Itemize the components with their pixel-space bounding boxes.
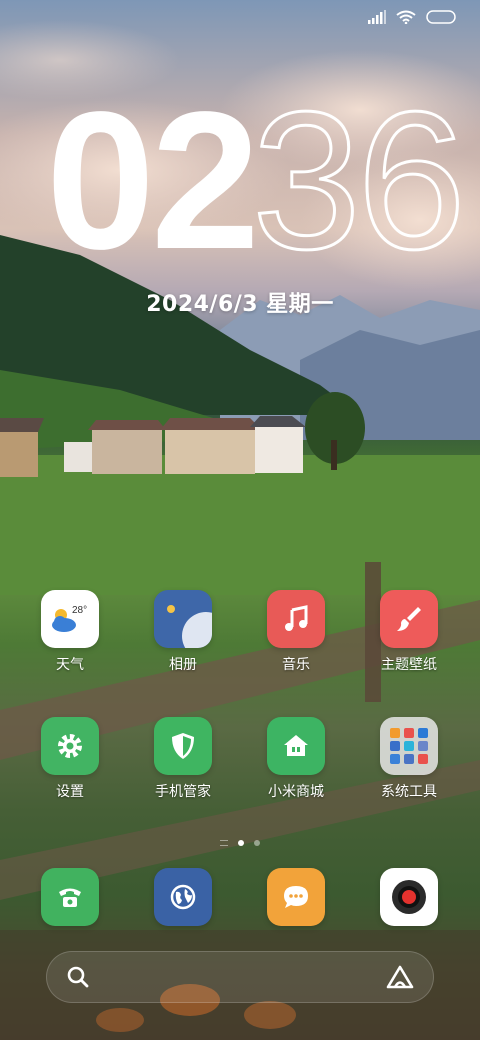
page-dot[interactable]: [254, 840, 260, 846]
camera-icon: [380, 868, 438, 926]
assistant-icon[interactable]: [385, 964, 415, 990]
app-label: 小米商城: [268, 784, 324, 800]
home-screen: 02 36 2024/6/3 星期一 28° 天气 相册 音乐 主题壁纸 设置 …: [0, 0, 480, 1040]
app-label: 主题壁纸: [381, 657, 437, 673]
page-indicator[interactable]: [0, 840, 480, 846]
wifi-icon: [396, 10, 416, 24]
lock-clock: 02 36: [46, 70, 468, 292]
app-label: 音乐: [282, 657, 310, 673]
dock-messages[interactable]: [246, 868, 346, 926]
page-dot-active[interactable]: [238, 840, 244, 846]
phone-icon: [41, 868, 99, 926]
app-label: 相册: [169, 657, 197, 673]
app-label: 天气: [56, 657, 84, 673]
folder-system-tools[interactable]: 系统工具: [359, 717, 459, 801]
themes-icon: [380, 590, 438, 648]
settings-gear-icon: [41, 717, 99, 775]
music-icon: [267, 590, 325, 648]
security-shield-icon: [154, 717, 212, 775]
app-gallery[interactable]: 相册: [133, 590, 233, 674]
app-weather[interactable]: 28° 天气: [20, 590, 120, 674]
app-music[interactable]: 音乐: [246, 590, 346, 674]
dock-phone[interactable]: [20, 868, 120, 926]
app-security[interactable]: 手机管家: [133, 717, 233, 801]
app-label: 设置: [56, 784, 84, 800]
mi-store-house-icon: [267, 717, 325, 775]
app-label: 系统工具: [381, 784, 437, 800]
app-label: 手机管家: [155, 784, 211, 800]
weather-icon: 28°: [41, 590, 99, 648]
list-view-indicator[interactable]: [220, 840, 228, 846]
search-bar[interactable]: [46, 951, 434, 1003]
signal-icon: [368, 10, 386, 24]
battery-icon: [426, 10, 456, 24]
dock-camera[interactable]: [359, 868, 459, 926]
dock-browser[interactable]: [133, 868, 233, 926]
status-bar: [368, 10, 456, 24]
clock-minutes: 36: [252, 90, 462, 280]
system-tools-folder-icon: [380, 717, 438, 775]
clock-hours: 02: [46, 90, 256, 280]
app-settings[interactable]: 设置: [20, 717, 120, 801]
messages-icon: [267, 868, 325, 926]
date-label: 2024/6/3 星期一: [146, 292, 334, 317]
weather-temp: 28°: [72, 605, 87, 616]
app-themes[interactable]: 主题壁纸: [359, 590, 459, 674]
gallery-icon: [154, 590, 212, 648]
browser-globe-icon: [154, 868, 212, 926]
search-icon[interactable]: [65, 964, 91, 990]
app-mi-store[interactable]: 小米商城: [246, 717, 346, 801]
clock-digits: 02 36: [46, 70, 468, 292]
